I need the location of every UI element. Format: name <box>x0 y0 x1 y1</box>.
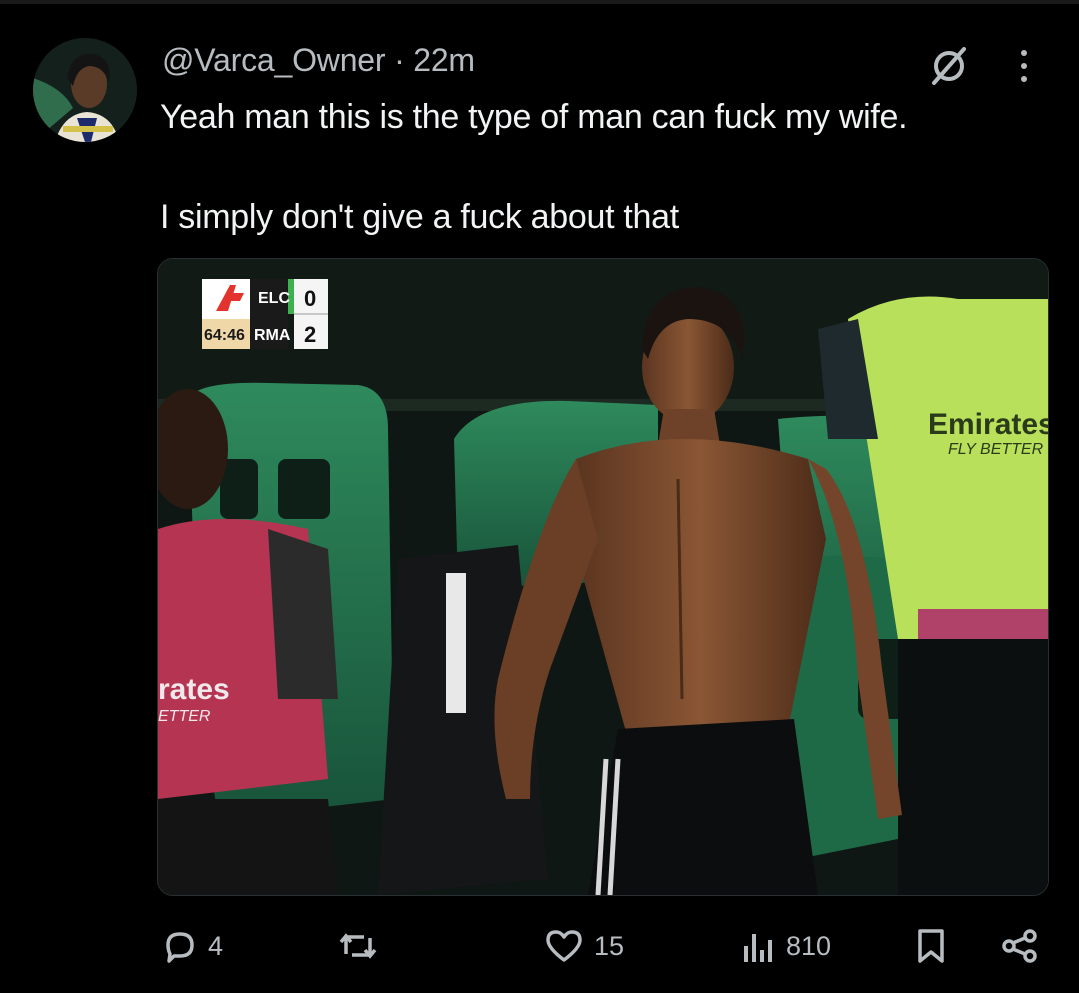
top-divider <box>0 0 1079 4</box>
more-options-icon[interactable] <box>1014 45 1034 87</box>
away-score: 2 <box>304 322 316 347</box>
share-icon <box>1000 928 1040 964</box>
like-button[interactable]: 15 <box>544 928 624 964</box>
sponsor-partial-text: rates <box>158 673 230 706</box>
scoreboard: ELC RMA 64:46 0 2 <box>202 279 328 349</box>
author-handle[interactable]: @Varca_Owner <box>162 42 386 78</box>
sponsor-partial-tagline: ETTER <box>158 708 211 725</box>
avatar[interactable] <box>33 38 137 142</box>
post-actions: 4 15 810 <box>0 918 1079 978</box>
post-time[interactable]: 22m <box>413 42 475 78</box>
match-clock: 64:46 <box>204 327 245 344</box>
repost-icon <box>338 928 378 964</box>
like-count: 15 <box>594 930 625 961</box>
reply-icon <box>162 928 198 964</box>
grok-icon[interactable] <box>928 45 970 87</box>
reply-count: 4 <box>208 930 224 961</box>
home-score: 0 <box>304 286 316 311</box>
post-header: @Varca_Owner · 22m <box>162 42 475 79</box>
views-button[interactable]: 810 <box>740 928 831 964</box>
heart-icon <box>544 928 584 964</box>
repost-button[interactable] <box>338 928 388 964</box>
home-team: ELC <box>258 290 290 307</box>
away-team: RMA <box>254 327 291 344</box>
post-text-line-1: Yeah man this is the type of man can fuc… <box>160 98 908 136</box>
post-text: Yeah man this is the type of man can fuc… <box>160 95 1040 239</box>
post-media-image[interactable]: Emirates FLY BETTER rates ETTER ELC RMA … <box>157 258 1049 896</box>
share-button[interactable] <box>1000 928 1040 964</box>
views-icon <box>740 928 776 964</box>
bookmark-button[interactable] <box>914 928 948 964</box>
views-count: 810 <box>786 930 832 961</box>
post-text-line-2: I simply don't give a fuck about that <box>160 198 679 236</box>
bookmark-icon <box>914 928 948 964</box>
header-separator: · <box>394 42 405 78</box>
reply-button[interactable]: 4 <box>162 928 223 964</box>
sponsor-tagline: FLY BETTER <box>948 441 1044 458</box>
sponsor-text: Emirates <box>928 408 1048 441</box>
